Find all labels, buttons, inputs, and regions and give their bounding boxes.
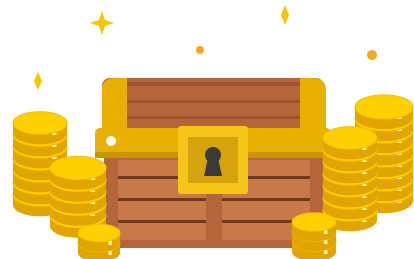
coin-face	[322, 126, 378, 150]
treasure-illustration	[12, 5, 414, 259]
coin-face	[291, 212, 337, 232]
band-rivet	[106, 136, 116, 146]
sparkle-icon	[90, 11, 114, 35]
decor-dot	[367, 50, 377, 60]
sparkle-icon	[34, 72, 42, 90]
coin-stack-icon	[77, 223, 121, 259]
coin-face	[354, 94, 414, 120]
decor-dot	[196, 46, 204, 54]
coin-face	[12, 111, 68, 135]
sparkle-icon	[281, 5, 289, 25]
coin-face	[77, 223, 121, 243]
lid-band-left	[102, 78, 127, 134]
chest-lid	[102, 78, 324, 134]
coin-stack-icon	[291, 212, 337, 259]
sparkles	[34, 5, 289, 90]
coin-face	[49, 155, 107, 181]
lid-band-right	[300, 78, 326, 134]
